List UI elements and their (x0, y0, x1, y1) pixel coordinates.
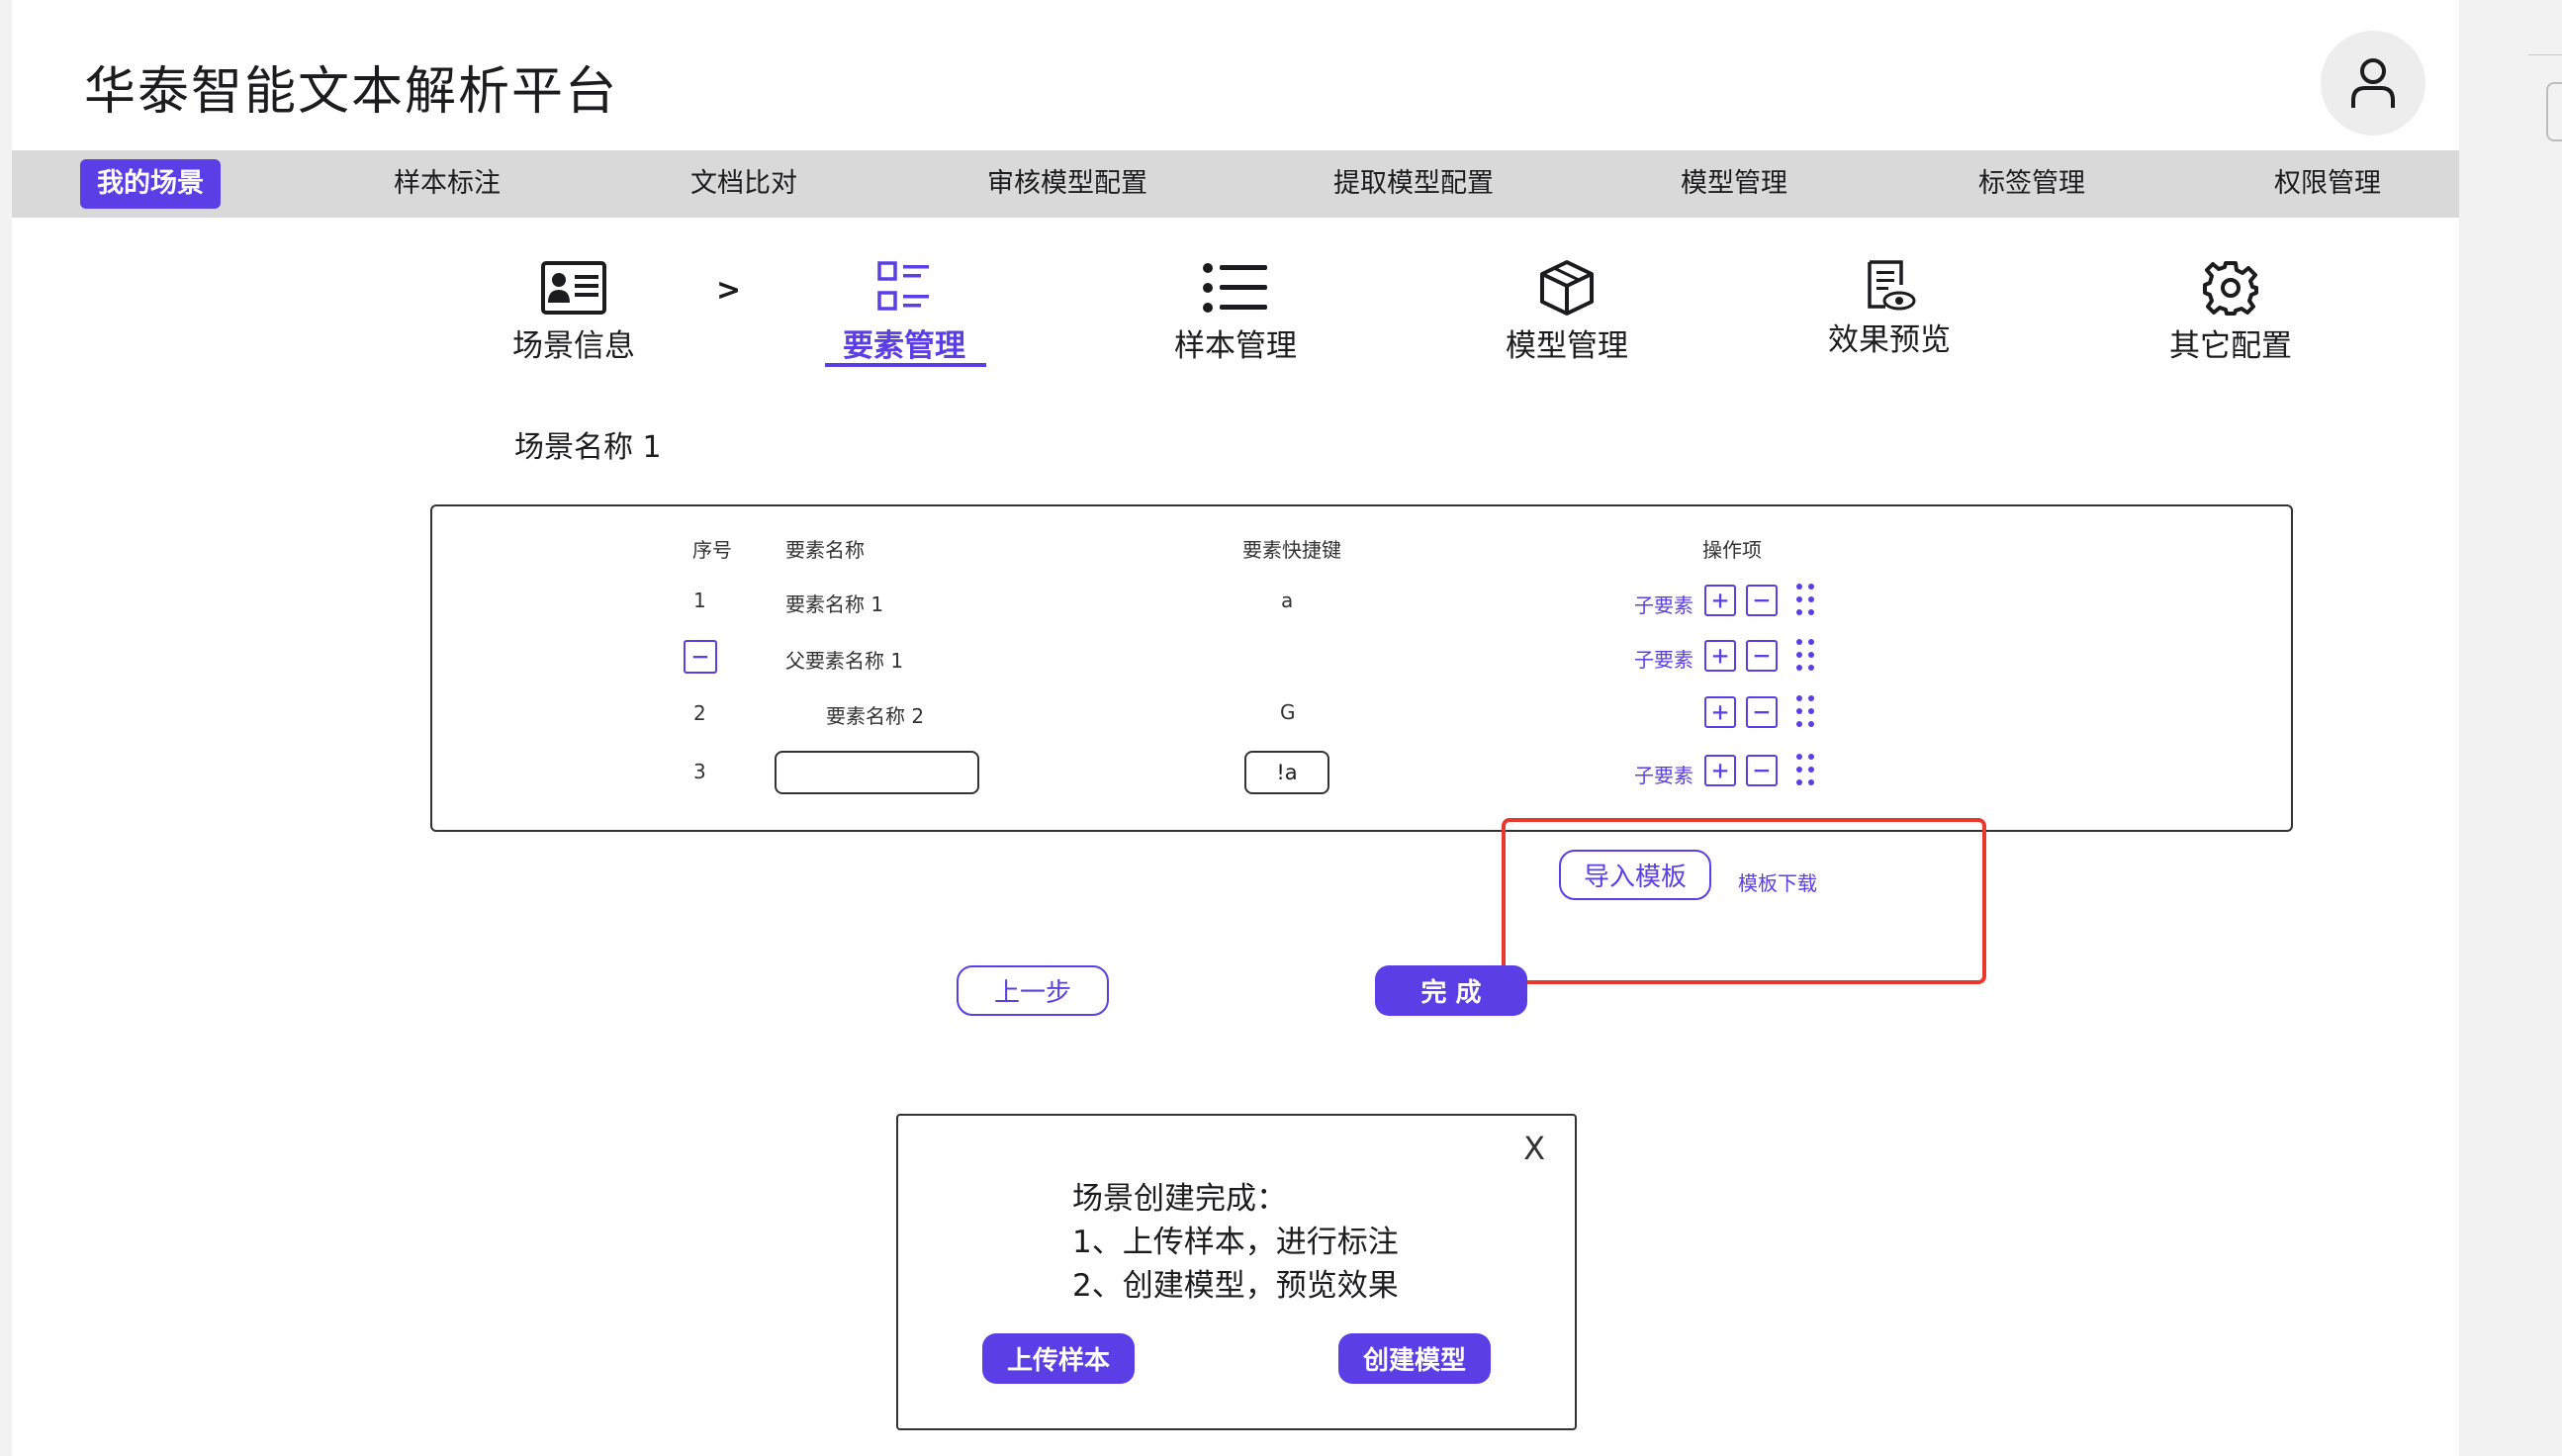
header-index: 序号 (692, 538, 732, 562)
row-name: 要素名称 2 (826, 704, 925, 728)
template-download-link[interactable]: 模板下载 (1738, 867, 1817, 896)
nav-item-review-model-config[interactable]: 审核模型配置 (987, 150, 1147, 218)
scene-created-dialog: X 场景创建完成： 1、上传样本，进行标注 2、创建模型，预览效果 上传样本 创… (896, 1114, 1577, 1430)
step-element-management[interactable]: 要素管理 (843, 259, 965, 365)
gear-icon (2203, 261, 2258, 316)
collapse-parent-button[interactable]: − (684, 640, 717, 674)
add-child-element-link[interactable]: 子要素 (1634, 644, 1693, 673)
side-panel-handle[interactable] (2546, 82, 2562, 141)
nav-item-permission-management[interactable]: 权限管理 (2274, 150, 2381, 218)
nav-item-sample-annotation[interactable]: 样本标注 (394, 150, 501, 218)
nav-item-model-management[interactable]: 模型管理 (1681, 150, 1787, 218)
header-name: 要素名称 (785, 538, 865, 562)
prev-step-button[interactable]: 上一步 (957, 965, 1109, 1016)
step-label: 其它配置 (2169, 328, 2292, 364)
side-panel-edge (2459, 0, 2562, 1456)
step-label: 样本管理 (1174, 328, 1297, 364)
create-model-button[interactable]: 创建模型 (1338, 1333, 1491, 1384)
row-shortcut: G (1280, 700, 1296, 724)
bullet-list-icon (1203, 263, 1267, 313)
drag-handle-icon[interactable] (1796, 584, 1816, 617)
add-row-button[interactable]: + (1704, 585, 1736, 616)
remove-row-button[interactable]: − (1746, 696, 1778, 728)
drag-handle-icon[interactable] (1796, 754, 1816, 787)
close-icon[interactable]: X (1523, 1130, 1545, 1167)
add-child-element-link[interactable]: 子要素 (1634, 590, 1693, 618)
step-label: 效果预览 (1828, 322, 1951, 358)
step-scene-info[interactable]: 场景信息 (512, 259, 635, 365)
row-index: 3 (693, 760, 706, 783)
id-card-icon (541, 261, 606, 315)
element-name-input[interactable] (775, 751, 979, 794)
add-row-button[interactable]: + (1704, 696, 1736, 728)
user-icon (2351, 58, 2395, 108)
nav-item-doc-compare[interactable]: 文档比对 (690, 150, 797, 218)
row-index: 1 (693, 589, 706, 612)
scene-name: 场景名称 1 (514, 430, 662, 465)
remove-row-button[interactable]: − (1746, 585, 1778, 616)
step-separator: > (716, 273, 742, 308)
dialog-title: 场景创建完成： (1072, 1181, 1287, 1217)
step-other-config[interactable]: 其它配置 (2169, 259, 2292, 365)
upload-sample-button[interactable]: 上传样本 (982, 1333, 1135, 1384)
step-effect-preview[interactable]: 效果预览 (1828, 259, 1951, 359)
row-name: 要素名称 1 (785, 592, 884, 616)
cube-icon (1540, 260, 1594, 316)
shortcut-input[interactable]: !a (1244, 751, 1329, 794)
add-row-button[interactable]: + (1704, 755, 1736, 786)
header-shortcut: 要素快捷键 (1242, 538, 1341, 562)
dialog-line-1: 1、上传样本，进行标注 (1072, 1225, 1399, 1260)
step-label: 场景信息 (512, 328, 635, 364)
remove-row-button[interactable]: − (1746, 755, 1778, 786)
avatar[interactable] (2321, 31, 2425, 136)
add-row-button[interactable]: + (1704, 640, 1736, 672)
row-shortcut: a (1281, 589, 1294, 612)
element-table: 序号 要素名称 要素快捷键 操作项 1 要素名称 1 a 子要素 + − − 父… (430, 504, 2293, 832)
main-nav: 我的场景 样本标注 文档比对 审核模型配置 提取模型配置 模型管理 标签管理 权… (12, 150, 2459, 218)
remove-row-button[interactable]: − (1746, 640, 1778, 672)
template-highlight-box (1502, 818, 1986, 984)
header-actions: 操作项 (1702, 538, 1762, 562)
divider (2528, 54, 2562, 55)
nav-item-my-scenes[interactable]: 我的场景 (80, 159, 221, 209)
row-index: 2 (693, 701, 706, 725)
app-title: 华泰智能文本解析平台 (84, 62, 619, 122)
dialog-line-2: 2、创建模型，预览效果 (1072, 1268, 1399, 1304)
document-eye-icon (1868, 260, 1916, 311)
step-label: 模型管理 (1506, 328, 1628, 364)
step-model-management[interactable]: 模型管理 (1506, 259, 1628, 365)
active-step-indicator (825, 363, 986, 367)
step-label: 要素管理 (843, 328, 965, 364)
import-template-button[interactable]: 导入模板 (1559, 850, 1711, 900)
nav-item-extract-model-config[interactable]: 提取模型配置 (1333, 150, 1494, 218)
drag-handle-icon[interactable] (1796, 639, 1816, 673)
row-name: 父要素名称 1 (785, 649, 904, 673)
drag-handle-icon[interactable] (1796, 695, 1816, 729)
done-button[interactable]: 完 成 (1375, 965, 1527, 1016)
add-child-element-link[interactable]: 子要素 (1634, 760, 1693, 788)
element-list-icon (877, 261, 929, 311)
step-sample-management[interactable]: 样本管理 (1174, 259, 1297, 365)
nav-item-tag-management[interactable]: 标签管理 (1978, 150, 2085, 218)
